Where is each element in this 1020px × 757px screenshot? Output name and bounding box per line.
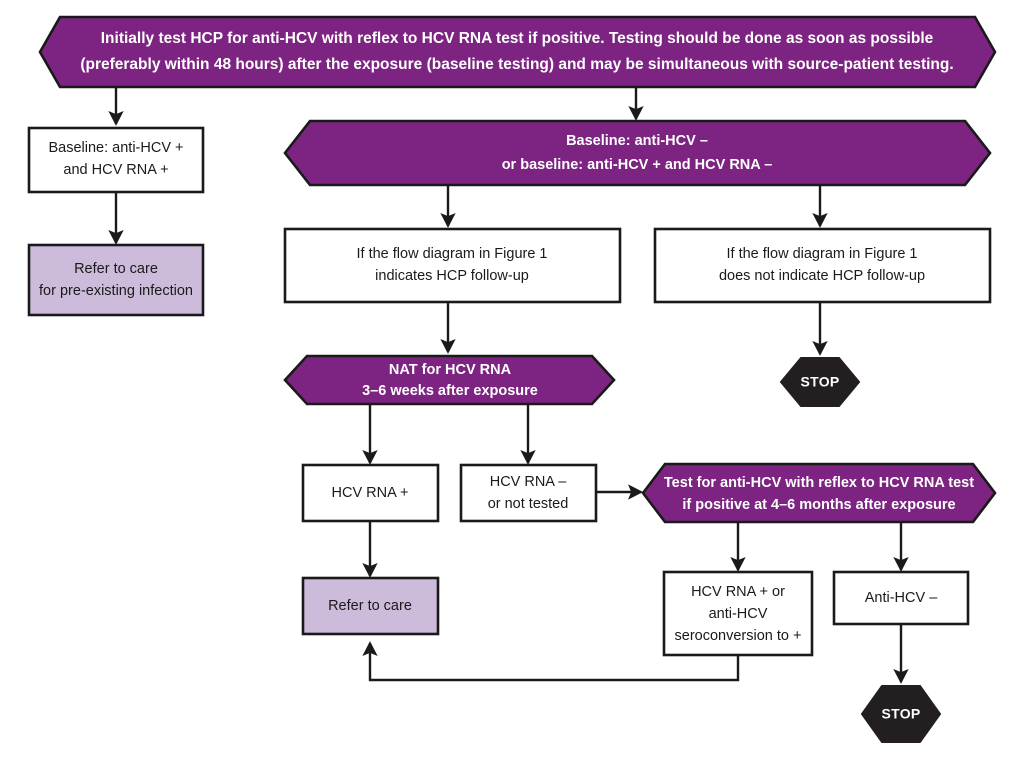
seroconversion-line2: anti-HCV [709,606,768,622]
refer-preexisting-line2: for pre-existing infection [39,283,193,299]
node-hcv-rna-negative: HCV RNA – or not tested [459,463,598,523]
node-hcv-rna-positive: HCV RNA + [301,463,440,523]
stop-lower-label: STOP [881,706,920,722]
hcv-rna-positive-line1: HCV RNA + [332,485,409,501]
refer-preexisting-line1: Refer to care [74,261,158,277]
baseline-negative-line1: Baseline: anti-HCV – [566,133,708,149]
top-banner-line2: (preferably within 48 hours) after the e… [80,56,953,73]
hcv-rna-negative-line1: HCV RNA – [490,474,567,490]
node-baseline-negative-banner: Baseline: anti-HCV – or baseline: anti-H… [283,119,992,187]
baseline-negative-line2: or baseline: anti-HCV + and HCV RNA – [502,157,773,173]
node-stop-upper: STOP [779,357,861,407]
anti-hcv-negative-line1: Anti-HCV – [865,590,938,606]
figure1-not-indicates-line2: does not indicate HCP follow-up [719,268,925,284]
baseline-positive-line2: and HCV RNA + [63,162,168,178]
test-4-6-months-line1: Test for anti-HCV with reflex to HCV RNA… [664,475,974,491]
node-stop-lower: STOP [860,685,942,743]
node-refer-preexisting: Refer to care for pre-existing infection [27,243,205,317]
node-test-4-6-months-banner: Test for anti-HCV with reflex to HCV RNA… [641,462,997,524]
hcv-rna-negative-line2: or not tested [488,496,569,512]
node-baseline-positive: Baseline: anti-HCV + and HCV RNA + [27,126,205,194]
flowchart-svg: Initially test HCP for anti-HCV with ref… [27,15,997,743]
node-figure1-indicates: If the flow diagram in Figure 1 indicate… [283,227,622,304]
refer-to-care-line1: Refer to care [328,598,412,614]
baseline-positive-line1: Baseline: anti-HCV + [49,140,184,156]
node-figure1-does-not-indicate: If the flow diagram in Figure 1 does not… [653,227,992,304]
node-refer-to-care: Refer to care [301,576,440,636]
node-nat-banner: NAT for HCV RNA 3–6 weeks after exposure [283,354,616,406]
figure1-not-indicates-line1: If the flow diagram in Figure 1 [726,246,917,262]
test-4-6-months-line2: if positive at 4–6 months after exposure [682,497,955,513]
seroconversion-line3: seroconversion to + [675,628,802,644]
seroconversion-line1: HCV RNA + or [691,584,785,600]
stop-upper-label: STOP [800,374,839,390]
figure1-indicates-line1: If the flow diagram in Figure 1 [356,246,547,262]
node-seroconversion: HCV RNA + or anti-HCV seroconversion to … [662,570,814,657]
figure1-indicates-line2: indicates HCP follow-up [375,268,529,284]
top-banner-line1: Initially test HCP for anti-HCV with ref… [101,30,934,47]
nat-banner-line1: NAT for HCV RNA [389,362,512,378]
nat-banner-line2: 3–6 weeks after exposure [362,383,538,399]
node-top-banner: Initially test HCP for anti-HCV with ref… [38,15,997,89]
node-anti-hcv-negative: Anti-HCV – [832,570,970,626]
flowchart-canvas: Initially test HCP for anti-HCV with ref… [0,0,1020,757]
